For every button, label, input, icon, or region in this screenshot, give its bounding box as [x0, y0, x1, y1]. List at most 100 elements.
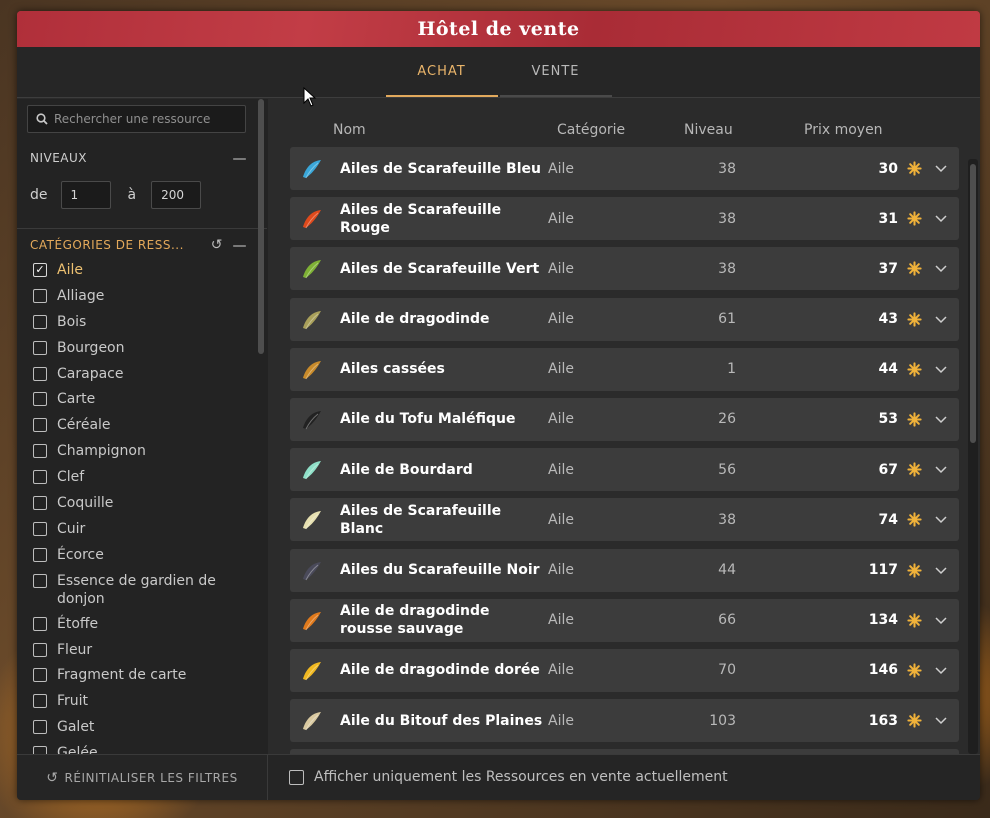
checkbox-icon[interactable] [33, 616, 47, 631]
column-header-name[interactable]: Nom [333, 122, 366, 138]
checkbox-icon[interactable] [33, 470, 47, 485]
table-row[interactable]: Aile du Bitouf des Plaines Aile 103 163 [290, 699, 959, 743]
column-header-price[interactable]: Prix moyen [804, 122, 883, 138]
search-icon [36, 113, 48, 125]
checkbox-icon[interactable] [33, 418, 47, 433]
item-name: Aile du Bitouf des Plaines [340, 712, 543, 729]
checkbox-checked-icon[interactable]: ✓ [33, 263, 47, 277]
item-category: Aile [548, 311, 574, 328]
tab-vente[interactable]: VENTE [499, 46, 612, 97]
item-price: 30 [878, 160, 898, 177]
item-category: Aile [548, 562, 574, 578]
category-item[interactable]: Champignon [33, 442, 253, 468]
kama-icon [907, 261, 922, 276]
column-header-category[interactable]: Catégorie [557, 122, 625, 138]
chevron-down-icon[interactable] [935, 162, 947, 174]
chevron-down-icon[interactable] [935, 714, 947, 726]
chevron-down-icon[interactable] [935, 413, 947, 425]
table-row[interactable]: Aile de dragodinde Aile 61 43 [290, 297, 959, 341]
item-category: Aile [548, 511, 574, 528]
checkbox-icon[interactable] [33, 340, 47, 355]
title-bar: Hôtel de vente [17, 11, 980, 47]
checkbox-icon[interactable] [33, 720, 47, 735]
chevron-down-icon[interactable] [935, 313, 947, 325]
collapse-categories-icon[interactable]: — [233, 238, 248, 254]
categories-header[interactable]: CATÉGORIES DE RESS... ↺ — [17, 234, 257, 256]
table-row[interactable]: Ailes de Scarafeuille Bleu Aile 38 30 [290, 147, 959, 190]
table-row[interactable]: Ailes de Scarafeuille Vert Aile 38 37 [290, 247, 959, 291]
table-row[interactable]: Aile de Bourdard Aile 56 67 [290, 448, 959, 492]
search-input[interactable] [54, 112, 234, 126]
chevron-down-icon[interactable] [935, 363, 947, 375]
table-row[interactable]: Ailes du Scarafeuille Noir Aile 44 117 [290, 548, 959, 592]
item-level: 44 [718, 562, 736, 578]
chevron-down-icon[interactable] [935, 513, 947, 525]
category-item[interactable]: Fleur [33, 641, 253, 667]
chevron-down-icon[interactable] [935, 564, 947, 576]
results-scrollbar[interactable] [970, 164, 976, 443]
category-item[interactable]: Coquille [33, 494, 253, 520]
tab-achat[interactable]: ACHAT [385, 46, 498, 97]
bourdard-wing-icon [303, 461, 321, 480]
checkbox-icon[interactable] [33, 392, 47, 407]
checkbox-icon[interactable] [33, 668, 47, 683]
item-name: Aile de Bourdard [340, 461, 473, 478]
checkbox-icon[interactable] [33, 694, 47, 709]
chevron-down-icon[interactable] [935, 614, 947, 626]
category-item[interactable]: Carte [33, 390, 253, 416]
checkbox-icon[interactable] [33, 444, 47, 459]
item-level: 70 [718, 662, 736, 679]
category-item[interactable]: Bourgeon [33, 339, 253, 365]
level-max-input[interactable]: 200 [151, 181, 202, 209]
category-item[interactable]: ✓ Aile [33, 261, 253, 287]
checkbox-icon[interactable] [33, 547, 47, 562]
category-item[interactable]: Fruit [33, 692, 253, 718]
checkbox-icon[interactable] [33, 496, 47, 511]
table-row[interactable]: Ailes de Scarafeuille Rouge Aile 38 31 [290, 197, 959, 241]
checkbox-icon[interactable] [33, 573, 47, 588]
levels-header[interactable]: NIVEAUX — [17, 147, 257, 169]
checkbox-icon[interactable] [33, 288, 47, 303]
level-min-input[interactable]: 1 [60, 181, 111, 209]
checkbox-icon[interactable] [33, 314, 47, 329]
kama-icon [907, 613, 922, 628]
item-level: 66 [718, 612, 736, 629]
category-item[interactable]: Essence de gardien de donjon [33, 572, 253, 615]
mouse-cursor-icon [303, 87, 317, 107]
category-item[interactable]: Fragment de carte [33, 666, 253, 692]
item-category: Aile [548, 160, 574, 177]
chevron-down-icon[interactable] [935, 463, 947, 475]
category-item[interactable]: Étoffe [33, 615, 253, 641]
checkbox-icon[interactable] [33, 366, 47, 381]
category-item[interactable]: Alliage [33, 287, 253, 313]
only-on-sale-toggle[interactable]: Afficher uniquement les Ressources en ve… [289, 769, 728, 785]
item-price: 163 [868, 712, 898, 729]
reset-filters-button[interactable]: ↺ RÉINITIALISER LES FILTRES [17, 755, 268, 800]
table-row[interactable]: Aile de dragodinde dorée Aile 70 146 [290, 648, 959, 692]
table-row[interactable]: Aile de dragodinde rousse sauvage Aile 66 1… [290, 598, 959, 642]
item-category: Aile [548, 260, 574, 277]
category-item[interactable]: Clef [33, 468, 253, 494]
table-row[interactable]: Aile du Tofu Maléfique Aile 26 53 [290, 397, 959, 441]
collapse-levels-icon[interactable]: — [233, 151, 248, 167]
sidebar-scrollbar[interactable] [258, 99, 264, 354]
column-header-level[interactable]: Niveau [684, 122, 733, 138]
chevron-down-icon[interactable] [935, 212, 947, 224]
table-row[interactable]: Ailes cassées Aile 1 44 [290, 347, 959, 391]
chevron-down-icon[interactable] [935, 262, 947, 274]
item-level: 38 [718, 160, 736, 177]
checkbox-icon[interactable] [33, 521, 47, 536]
category-item[interactable]: Bois [33, 313, 253, 339]
category-item[interactable]: Cuir [33, 520, 253, 546]
item-price: 43 [878, 311, 898, 328]
category-item[interactable]: Céréale [33, 416, 253, 442]
category-item[interactable]: Carapace [33, 365, 253, 391]
category-item[interactable]: Galet [33, 718, 253, 744]
table-row[interactable]: Ailes de Scarafeuille Blanc Aile 38 74 [290, 498, 959, 542]
chevron-down-icon[interactable] [935, 664, 947, 676]
checkbox-icon[interactable] [289, 769, 304, 785]
checkbox-icon[interactable] [33, 642, 47, 657]
reset-categories-icon[interactable]: ↺ [211, 237, 223, 253]
search-box[interactable] [27, 105, 246, 133]
category-item[interactable]: Écorce [33, 546, 253, 572]
